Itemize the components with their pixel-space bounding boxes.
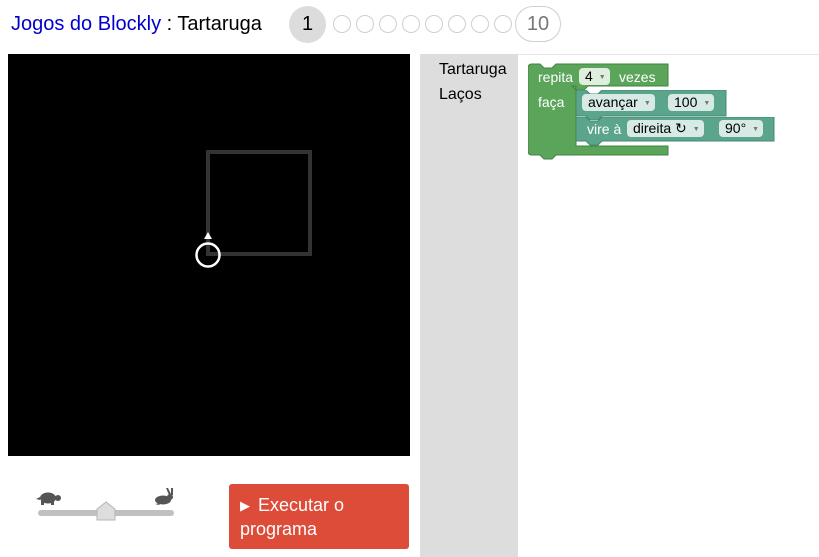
turtle-canvas bbox=[8, 54, 410, 456]
level-9-button[interactable] bbox=[494, 15, 512, 33]
level-5-button[interactable] bbox=[402, 15, 420, 33]
level-6-button[interactable] bbox=[425, 15, 443, 33]
toolbox-category-turtle[interactable]: Tartaruga bbox=[439, 61, 507, 79]
level-10-button[interactable]: 10 bbox=[515, 6, 561, 42]
play-icon: ▶ bbox=[240, 498, 250, 513]
turn-direction-dropdown[interactable]: direita ↻ ▼ bbox=[627, 120, 704, 137]
repeat-suffix-label: vezes bbox=[619, 69, 656, 85]
blockly-games-link[interactable]: Jogos do Blockly bbox=[11, 13, 161, 35]
turtle-icon bbox=[36, 492, 61, 505]
turn-direction-value: direita ↻ bbox=[633, 120, 687, 136]
turn-label: vire à bbox=[587, 121, 622, 137]
chevron-down-icon: ▼ bbox=[703, 100, 711, 107]
game-name: Tartaruga bbox=[177, 13, 262, 35]
toolbox-category-loops[interactable]: Laços bbox=[439, 86, 482, 104]
turtle-drawing bbox=[195, 150, 312, 268]
drawn-square-path bbox=[206, 150, 312, 256]
speed-slider-handle[interactable] bbox=[96, 501, 116, 521]
repeat-do-label: faça bbox=[538, 94, 565, 110]
turtle-heading-icon bbox=[204, 232, 212, 239]
run-button-label-line2: programa bbox=[240, 519, 318, 539]
page-title: Jogos do Blockly : Tartaruga bbox=[11, 13, 262, 36]
rabbit-icon bbox=[155, 488, 173, 505]
move-distance-dropdown[interactable]: 100 ▼ bbox=[668, 94, 715, 111]
repeat-count-dropdown[interactable]: 4 ▼ bbox=[579, 68, 610, 85]
chevron-down-icon: ▼ bbox=[752, 126, 760, 133]
run-button-label-line1: Executar o bbox=[258, 495, 345, 515]
repeat-count-value: 4 bbox=[585, 68, 593, 84]
chevron-down-icon: ▼ bbox=[643, 100, 651, 107]
title-separator: : bbox=[161, 13, 178, 35]
turn-angle-dropdown[interactable]: 90° ▼ bbox=[719, 120, 764, 137]
block-workspace[interactable]: repita 4 ▼ vezes faça avançar ▼ 100 ▼ vire … bbox=[518, 55, 819, 557]
level-3-button[interactable] bbox=[356, 15, 374, 33]
level-1-button[interactable]: 1 bbox=[289, 5, 326, 43]
level-2-button[interactable] bbox=[333, 15, 351, 33]
level-8-button[interactable] bbox=[471, 15, 489, 33]
move-direction-value: avançar bbox=[588, 94, 638, 110]
repeat-label: repita bbox=[538, 69, 574, 85]
run-program-button[interactable]: ▶ Executar o programa bbox=[229, 484, 409, 549]
level-7-button[interactable] bbox=[448, 15, 466, 33]
header: Jogos do Blockly : Tartaruga 1 10 bbox=[0, 0, 819, 50]
level-selector: 1 10 bbox=[289, 5, 561, 43]
move-distance-value: 100 bbox=[674, 94, 698, 110]
chevron-down-icon: ▼ bbox=[598, 74, 606, 81]
level-4-button[interactable] bbox=[379, 15, 397, 33]
chevron-down-icon: ▼ bbox=[692, 126, 700, 133]
speed-slider bbox=[32, 484, 182, 524]
turn-angle-value: 90° bbox=[725, 120, 747, 136]
move-direction-dropdown[interactable]: avançar ▼ bbox=[582, 94, 655, 111]
toolbox: Tartaruga Laços bbox=[420, 54, 518, 557]
